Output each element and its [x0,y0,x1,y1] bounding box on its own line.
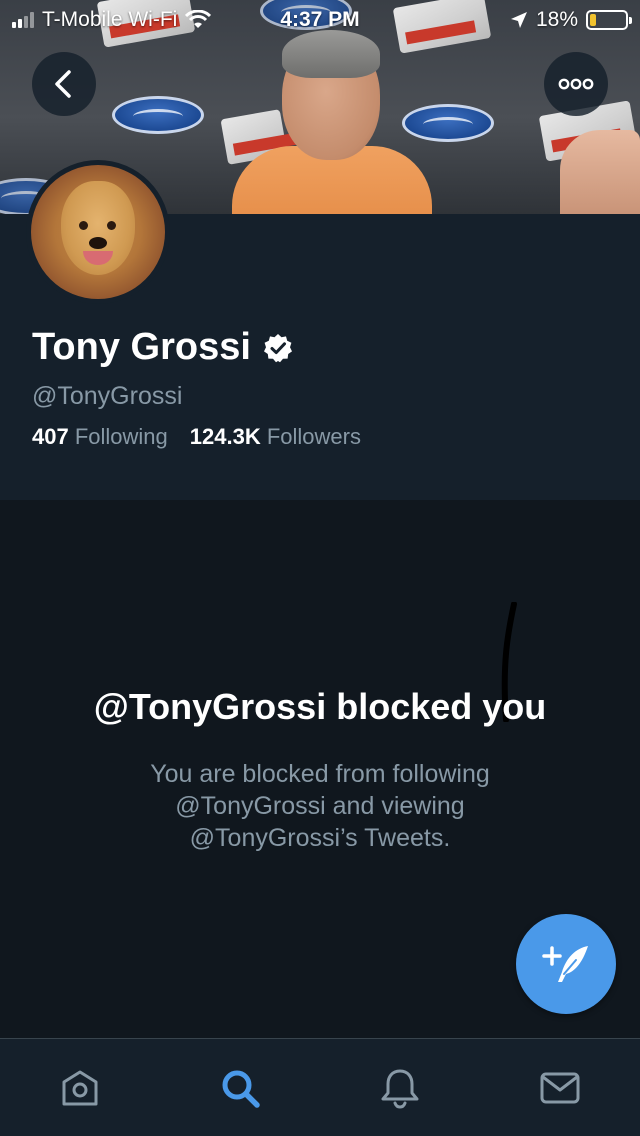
tab-notifications[interactable] [320,1039,480,1136]
chevron-left-icon [55,70,71,98]
following-stat[interactable]: 407 Following [32,424,168,450]
blocked-title: @TonyGrossi blocked you [93,686,547,727]
compose-tweet-button[interactable] [516,914,616,1014]
home-icon [62,1070,98,1106]
tab-search[interactable] [160,1039,320,1136]
name-row: Tony Grossi [32,326,293,369]
bottom-tab-bar [0,1038,640,1136]
verified-badge-icon [263,333,292,362]
battery-level-fill [590,14,596,26]
location-arrow-icon [510,12,527,28]
battery-percent: 18% [535,8,578,31]
ellipsis-icon [558,78,594,90]
banner-person [232,28,432,214]
back-button[interactable] [32,52,96,116]
avatar-photo [31,165,165,299]
blocked-description: You are blocked from following @TonyGros… [150,760,490,852]
profile-avatar[interactable] [26,160,170,304]
followers-stat[interactable]: 124.3K Followers [190,424,361,450]
profile-handle: @TonyGrossi [32,382,183,410]
following-count: 407 [32,424,69,449]
compose-tweet-icon [542,946,588,982]
tab-messages[interactable] [480,1039,640,1136]
status-bar: T-Mobile Wi-Fi 4:37 PM 18% [0,0,640,40]
profile-name: Tony Grossi [32,326,251,368]
followers-label: Followers [266,424,361,449]
ford-logo-decor [112,96,204,134]
status-bar-right: 18% [510,8,632,32]
search-icon [222,1070,260,1108]
followers-count: 124.3K [189,424,261,449]
more-options-button[interactable] [544,52,608,116]
notifications-bell-icon [381,1069,419,1109]
banner-hand [560,130,640,214]
battery-icon [586,10,632,30]
follow-stats: 407 Following 124.3K Followers [32,424,361,450]
messages-envelope-icon [540,1072,580,1104]
dog-face [61,181,135,275]
tab-home[interactable] [0,1039,160,1136]
following-label: Following [74,424,168,449]
